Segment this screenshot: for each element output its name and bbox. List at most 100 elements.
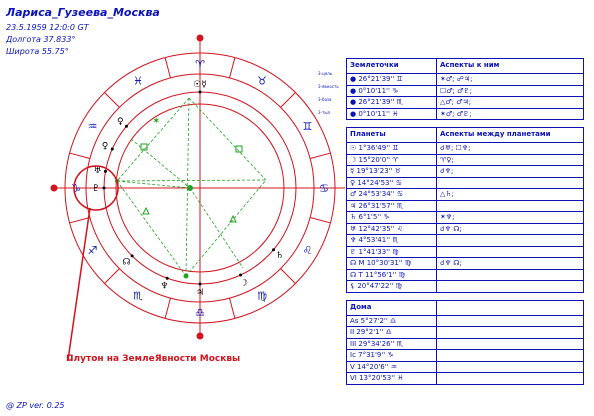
planet-glyph: ♇ [92,184,100,194]
cell: As 5°27'2'' ♎ [347,315,437,326]
table-row: II 29°2'1'' ♎ [346,327,584,339]
cell: ✶♂; ♂♇; [440,109,472,118]
sign-divider [280,92,296,108]
chart-center-dot [187,185,193,191]
planet-position-dot [124,124,128,128]
cell: ✶♂; ☍♃; [440,75,473,83]
col-header: Аспекты между планетами [440,130,551,138]
cell: ♃ 26°31'57'' ♏ [347,200,437,211]
cell [437,247,583,258]
sign-divider [309,152,331,159]
zodiac-sign-glyph: ♎ [195,306,205,319]
cell: △♂; ♂♃; [440,98,472,106]
table-row: III 29°34'26'' ♏ [346,338,584,350]
zodiac-sign-glyph: ♍ [257,289,267,302]
planet-position-dot [272,248,276,252]
table-row: ♇ 1°41'33'' ♍ [346,246,584,258]
table-row: ☊ T 11°56'1'' ♍ [346,269,584,281]
cell: ☊ M 10°30'31'' ♍ [347,258,437,269]
cell: ♇ 1°41'33'' ♍ [347,246,437,257]
planet-glyph: ♃ [196,288,204,298]
zodiac-sign-glyph: ♌ [302,244,312,257]
table-row: ♆ 4°53'41'' ♏ [346,235,584,247]
cell: ☉ 1°36'49'' ♊ [347,143,437,154]
table-row: ☽ 15°20'0'' ♈ ♈♀; [346,154,584,166]
planet-position-dot [198,282,202,286]
earth-point-labels: 3-цель 3-явность 3-база 3-тыл [318,71,339,123]
cell [437,362,583,373]
side-label: 3-цель [318,71,333,76]
sign-divider [164,57,171,79]
version-footer: @ ZP ver. 0.25 [6,401,65,410]
table-row: ☿ 19°13'23'' ♉ ☌♆; [346,166,584,178]
houses-header: Дома [346,299,584,316]
sextile-aspect-icon: ✶ [152,116,160,127]
cell: ♀ 14°24'53'' ♋ [347,177,437,188]
cell: ● 26°21'39'' ♏ [347,97,437,108]
sign-divider [164,297,171,319]
cell [437,316,583,327]
planet-position-dot [103,169,107,173]
pluto-callout: Плутон на ЗемлеЯвности Москвы [66,354,241,364]
cell: VI 13°20'53'' ♓ [347,373,437,384]
table-row: ☊ M 10°30'31'' ♍ ☌♆ ☊; [346,258,584,270]
cell [437,350,583,361]
planet-position-dot [102,186,106,190]
table-row: ⚸ 20°47'22'' ♍ [346,281,584,293]
planets-header: Планеты Аспекты между планетами [346,127,584,143]
planet-position-dot [198,90,202,94]
table-row: As 5°27'2'' ♎ [346,315,584,327]
table-row: Ic 7°31'9'' ♑ [346,350,584,362]
cell: ♈♀; [440,155,454,164]
cell: ♄ 6°1'5'' ♑ [347,212,437,223]
cell [437,339,583,350]
cell: ☌♆ ☊; [440,224,462,233]
planet-glyph: ☉☿ [193,80,207,90]
trine-aspect-icon [142,206,150,215]
cell: ⚸ 20°47'22'' ♍ [347,281,437,292]
side-label: 3-тыл [318,110,331,115]
planet-glyph: ♀ [117,117,124,127]
cell [437,178,583,189]
planet-glyph: ♆ [160,282,168,292]
cell: ● 0°10'11'' ♑ [347,85,437,96]
table-row: ☉ 1°36'49'' ♊ ☌♅; ☐♆; [346,143,584,155]
table-row: ● 0°10'11'' ♑ ☐♂; ♂♇; [346,85,584,97]
sign-divider [229,297,236,319]
col-header: Землеточки [347,59,437,73]
table-row: ● 0°10'11'' ♓ ✶♂; ♂♇; [346,108,584,120]
cell: ☌♅; ☐♆; [440,144,471,152]
planet-glyph: ♀ [102,142,109,152]
cell: ● 0°10'11'' ♓ [347,108,437,119]
cell [437,270,583,281]
planet-position-dot [130,254,134,258]
table-row: ♀ 14°24'53'' ♋ [346,177,584,189]
planet-glyph: ♅ [94,166,102,176]
cell: III 29°34'26'' ♏ [347,338,437,349]
zodiac-sign-glyph: ♈ [195,58,205,71]
earth-points-header: Землеточки Аспекты к ним [346,58,584,74]
zodiac-sign-glyph: ♋ [319,182,329,195]
col-header: Дома [347,300,437,315]
col-header: Планеты [347,128,437,142]
table-row: VI 13°20'53'' ♓ [346,373,584,385]
sign-divider [69,152,91,159]
cell [437,373,583,384]
table-row: V 14°20'6'' ♒ [346,361,584,373]
cell: ♂ 24°53'34'' ♋ [347,189,437,200]
planet-glyph: ☽ [240,278,248,288]
cell: ☐♂; ♂♇; [440,86,473,95]
planet-glyph: ♄ [276,251,284,261]
axis-dot-left [50,184,58,192]
side-label: 3-явность [318,84,339,89]
planet-position-dot [110,147,114,151]
cell: ☊ T 11°56'1'' ♍ [347,269,437,280]
cell: ● 26°21'39'' ♊ [347,74,437,85]
axis-dot-top [196,34,204,42]
table-row: ● 26°21'39'' ♊ ✶♂; ☍♃; [346,74,584,86]
col-header: Аспекты к ним [440,61,500,69]
cell: ♆ 4°53'41'' ♏ [347,235,437,246]
cell: Ic 7°31'9'' ♑ [347,350,437,361]
cell [437,235,583,246]
sign-divider [229,57,236,79]
